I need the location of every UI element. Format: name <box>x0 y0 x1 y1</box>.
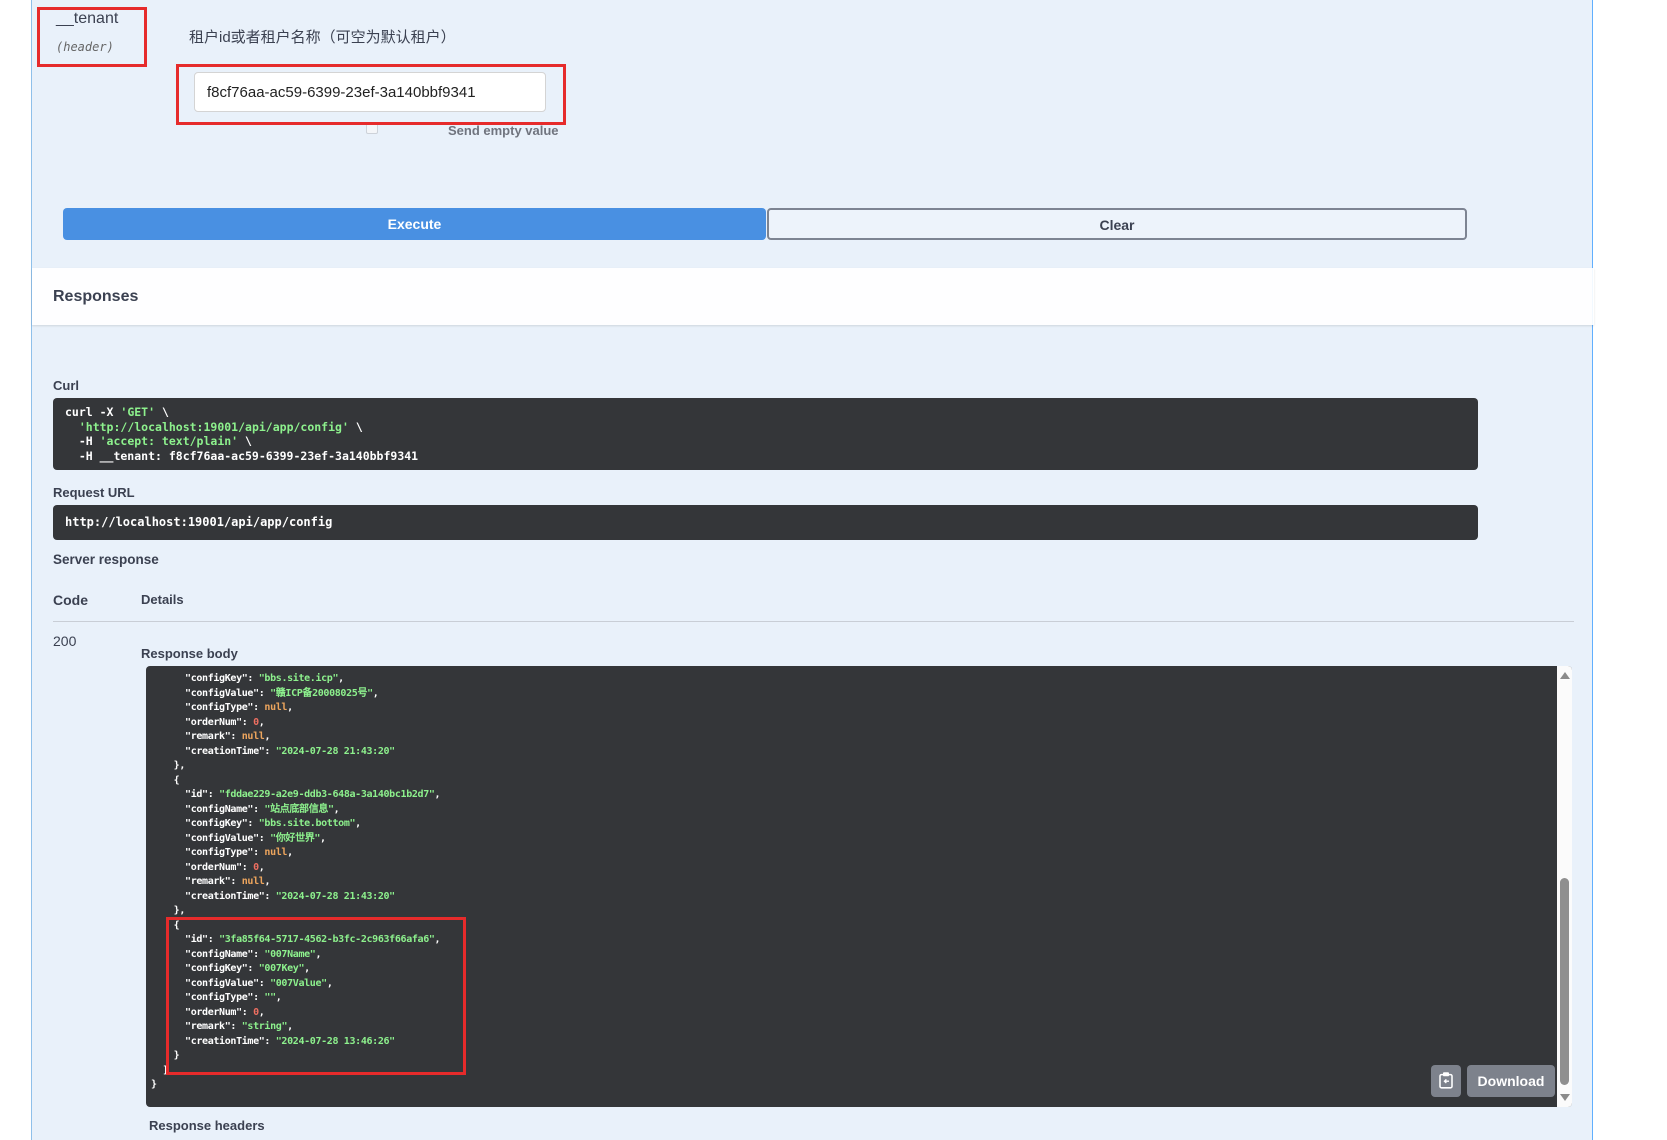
annotation-box-json-object <box>166 917 466 1075</box>
swagger-page: __tenant (header) 租户id或者租户名称（可空为默认租户） Se… <box>0 0 1667 1140</box>
request-url-label: Request URL <box>53 485 135 500</box>
download-button[interactable]: Download <box>1467 1065 1555 1097</box>
scroll-up-arrow-icon[interactable] <box>1560 672 1570 679</box>
execute-button[interactable]: Execute <box>63 208 766 240</box>
details-column-header: Details <box>141 592 184 607</box>
annotation-box-param-name <box>37 7 147 67</box>
responses-title: Responses <box>53 288 138 306</box>
response-body-label: Response body <box>141 646 238 661</box>
copy-response-button[interactable] <box>1431 1065 1461 1097</box>
clipboard-icon <box>1438 1071 1454 1092</box>
status-code: 200 <box>53 633 76 649</box>
scrollbar-thumb[interactable] <box>1560 878 1569 1085</box>
send-empty-label: Send empty value <box>448 123 559 138</box>
table-separator <box>53 621 1574 622</box>
annotation-box-input <box>176 64 566 125</box>
responses-header-bar: Responses <box>32 268 1594 325</box>
curl-command: curl -X 'GET' \ 'http://localhost:19001/… <box>65 405 1466 463</box>
param-description: 租户id或者租户名称（可空为默认租户） <box>189 26 456 47</box>
scroll-down-arrow-icon[interactable] <box>1560 1094 1570 1101</box>
clear-button[interactable]: Clear <box>767 208 1467 240</box>
curl-block: curl -X 'GET' \ 'http://localhost:19001/… <box>53 398 1478 470</box>
curl-label: Curl <box>53 378 79 393</box>
response-headers-label: Response headers <box>149 1118 265 1133</box>
response-body-scrollbar[interactable] <box>1557 666 1572 1107</box>
request-url-block: http://localhost:19001/api/app/config <box>53 505 1478 540</box>
server-response-label: Server response <box>53 552 159 567</box>
code-column-header: Code <box>53 592 88 608</box>
request-url-value: http://localhost:19001/api/app/config <box>65 515 332 529</box>
